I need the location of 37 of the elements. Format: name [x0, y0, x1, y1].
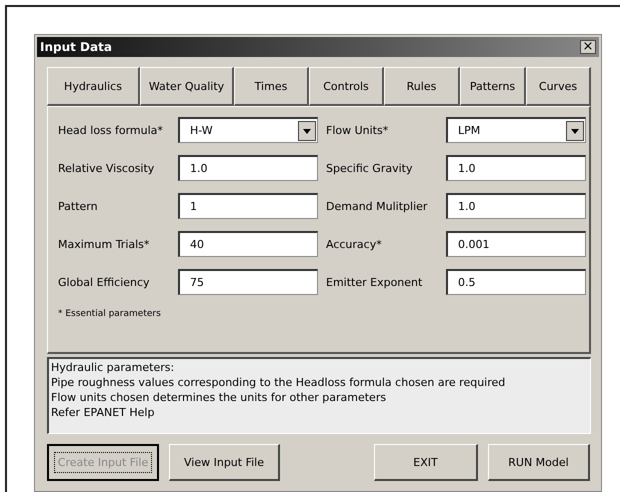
input-field[interactable]: 0.5 [446, 269, 586, 295]
field-label: Accuracy* [326, 238, 383, 250]
action-button[interactable]: EXIT [374, 444, 478, 481]
tab[interactable]: Patterns [460, 67, 526, 106]
field-label: Head loss formula* [58, 124, 164, 136]
tab[interactable]: Rules [384, 67, 460, 106]
action-button[interactable]: View Input File [169, 444, 280, 481]
tab[interactable]: Water Quality [140, 67, 234, 106]
field-label: Specific Gravity [326, 162, 414, 174]
window-title: Input Data [40, 40, 112, 54]
input-field[interactable]: 1.0 [446, 193, 586, 219]
field-label: Relative Viscosity [58, 162, 156, 174]
field-label: Global Efficiency [58, 276, 151, 288]
tab[interactable]: Hydraulics [47, 67, 140, 106]
info-text: Refer EPANET Help [51, 405, 156, 420]
footnote: * Essential parameters [58, 309, 162, 319]
action-button[interactable]: RUN Model [488, 444, 590, 481]
input-field[interactable]: 1.0 [446, 155, 586, 181]
input-field[interactable]: 1 [178, 193, 318, 219]
input-field[interactable]: 40 [178, 231, 318, 257]
tab[interactable]: Times [234, 67, 309, 106]
field-label: Pattern [58, 200, 99, 212]
tab[interactable]: Curves [526, 67, 591, 106]
dropdown-field[interactable]: H-W [178, 117, 318, 143]
field-label: Flow Units* [326, 124, 390, 136]
close-button[interactable]: × [580, 40, 596, 54]
info-text: Hydraulic parameters: [51, 360, 176, 375]
field-label: Demand Mulitplier [326, 200, 428, 212]
field-label: Emitter Exponent [326, 276, 424, 288]
dropdown-field[interactable]: LPM [446, 117, 586, 143]
input-field[interactable]: 75 [178, 269, 318, 295]
tab[interactable]: Controls [309, 67, 384, 106]
info-text: Flow units chosen determines the units for other parameters [51, 390, 388, 405]
input-field[interactable]: 1.0 [178, 155, 318, 181]
info-text: Pipe roughness values corresponding to the Headloss formula chosen are required [51, 375, 506, 390]
field-label: Maximum Trials* [58, 238, 150, 250]
input-field[interactable]: 0.001 [446, 231, 586, 257]
